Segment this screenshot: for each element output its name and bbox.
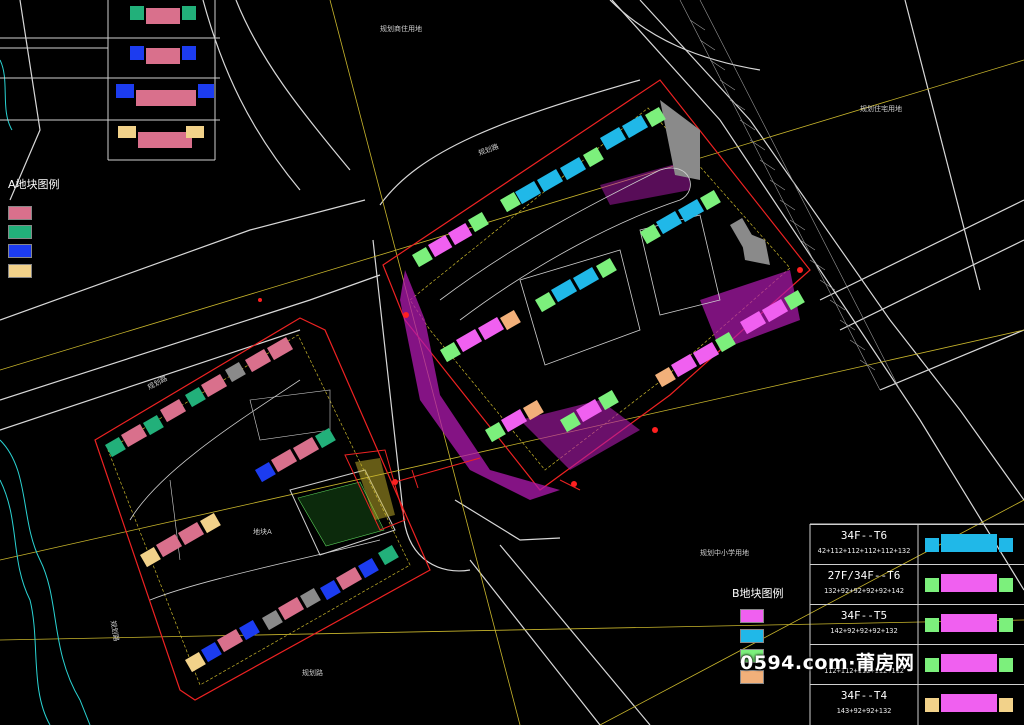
unit-thumbnail-block: [999, 618, 1013, 632]
label-north-commercial: 规划商住用地: [380, 25, 422, 33]
unit-thumbnail-block: [941, 614, 997, 632]
unit-thumbnail-block: [999, 538, 1013, 552]
plot-a: [94, 317, 431, 701]
unit-thumbnail-block: [925, 578, 939, 592]
unit-thumbnail-block: [999, 658, 1013, 672]
label-road-c: 规划路: [302, 669, 323, 677]
unit-thumbnail-block: [925, 658, 939, 672]
plot-b-buildings: [411, 106, 805, 443]
row-units: 142+92+92+92+132: [830, 627, 898, 635]
legend-sheet-a: [0, 0, 220, 161]
label-plot-a: 地块A: [253, 528, 272, 536]
row-title: 34F--T5: [840, 609, 888, 622]
plot-b: [382, 79, 811, 500]
unit-thumbnail-block: [941, 534, 997, 552]
unit-thumbnail-block: [941, 574, 997, 592]
unit-thumbnail-block: [925, 698, 939, 712]
row-title: 34F--T4: [840, 689, 888, 702]
legend-a-swatch-3: [8, 244, 32, 258]
label-south-school: 规划中小学用地: [700, 549, 749, 557]
unit-thumbnail-block: [999, 698, 1013, 712]
legend-a-swatch-1: [8, 206, 32, 220]
label-east-commercial: 规划住宅用地: [860, 105, 902, 113]
watermark: 0594.com·莆房网: [740, 652, 915, 674]
unit-thumbnail-block: [925, 618, 939, 632]
unit-thumbnail-block: [941, 654, 997, 672]
unit-thumbnail-block: [941, 694, 997, 712]
row-units: 143+92+92+132: [836, 707, 892, 715]
legend-b-title: B地块图例: [732, 587, 784, 600]
contour-lines: [0, 59, 91, 725]
row-units: 132+92+92+92+92+142: [823, 587, 905, 595]
row-title: 34F--T6: [840, 529, 888, 542]
row-title: 27F/34F--T6: [827, 569, 901, 582]
unit-thumbnail-block: [925, 538, 939, 552]
unit-thumbnail-block: [999, 578, 1013, 592]
row-units: 42+112+112+112+112+132: [817, 547, 911, 555]
legend-a-swatch-4: [8, 264, 32, 278]
legend-a-swatch-2: [8, 225, 32, 239]
legend-a-title: A地块图例: [8, 178, 60, 191]
legend-b-swatch-1: [740, 609, 764, 623]
legend-b-swatch-2: [740, 629, 764, 643]
